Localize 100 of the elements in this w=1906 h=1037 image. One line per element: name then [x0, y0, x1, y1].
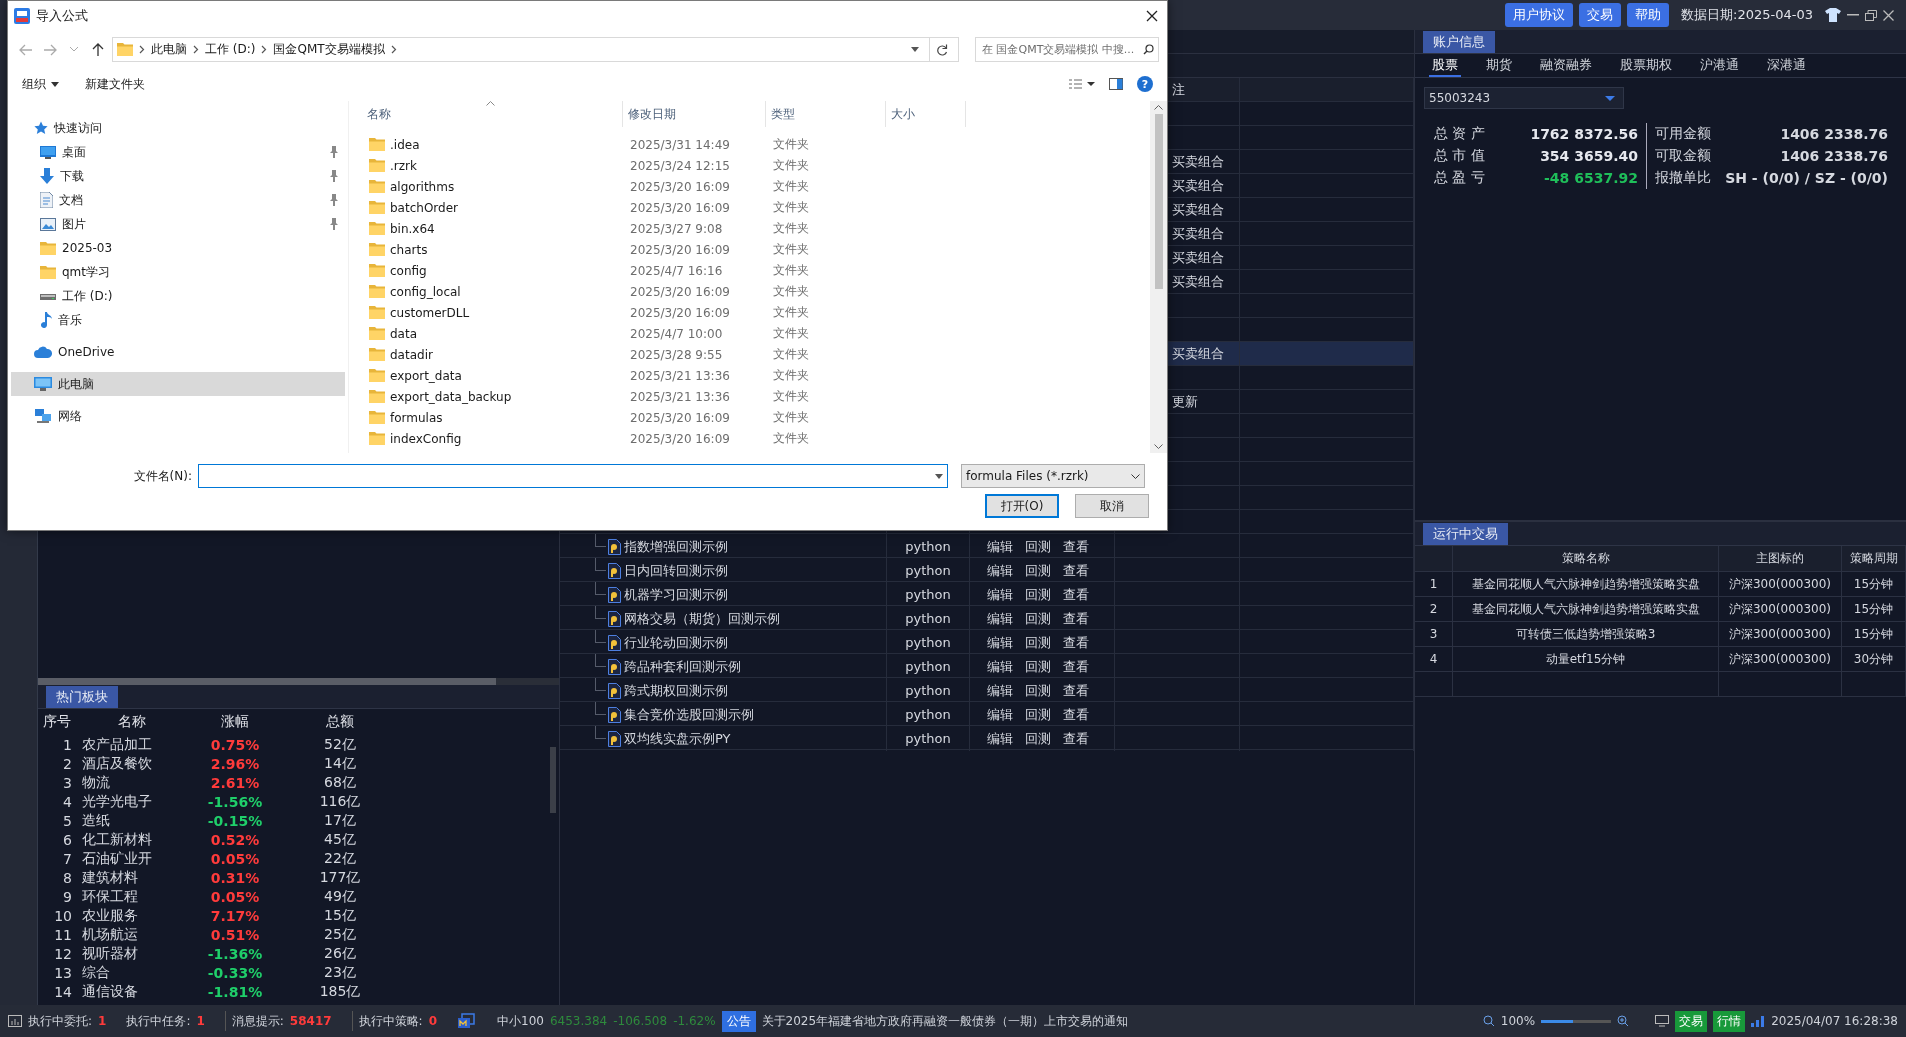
action-link[interactable]: 编辑 — [987, 585, 1013, 604]
window-stack-icon[interactable] — [457, 1013, 475, 1029]
file-name[interactable]: indexConfig — [390, 431, 462, 446]
sector-name[interactable]: 建筑材料 — [76, 868, 188, 887]
status-badge[interactable]: 交易 — [1675, 1010, 1708, 1032]
chart-icon[interactable] — [8, 1015, 22, 1027]
file-name[interactable]: bin.x64 — [390, 221, 435, 236]
table-row[interactable]: 双均线实盘示例PY python 编辑 回测 查看 — [560, 726, 1414, 750]
strategy-name[interactable]: 行业轮动回测示例 — [624, 633, 728, 652]
strategy-name[interactable]: 集合竞价选股回测示例 — [624, 705, 754, 724]
action-link[interactable]: 编辑 — [987, 609, 1013, 628]
nav-item[interactable]: 音乐 — [11, 308, 345, 332]
action-link[interactable]: 回测 — [1025, 585, 1051, 604]
sector-name[interactable]: 农产品加工 — [76, 735, 188, 754]
strategy-name[interactable]: 跨式期权回测示例 — [624, 681, 728, 700]
column-header[interactable]: 类型 — [766, 101, 886, 127]
table-row[interactable]: 跨品种套利回测示例 python 编辑 回测 查看 — [560, 654, 1414, 678]
action-link[interactable]: 查看 — [1063, 705, 1089, 724]
tab[interactable]: 深港通 — [1764, 54, 1809, 77]
action-link[interactable]: 查看 — [1063, 657, 1089, 676]
table-row[interactable]: 行业轮动回测示例 python 编辑 回测 查看 — [560, 630, 1414, 654]
table-row[interactable]: 网格交易（期货）回测示例 python 编辑 回测 查看 — [560, 606, 1414, 630]
file-name[interactable]: algorithms — [390, 179, 455, 194]
view-options-icon[interactable] — [1069, 79, 1095, 89]
nav-item[interactable]: 工作 (D:) — [11, 284, 345, 308]
strategy-name[interactable]: 指数增强回测示例 — [624, 537, 728, 556]
panel-tab[interactable]: 热门板块 — [46, 686, 118, 708]
shirt-icon[interactable] — [1825, 8, 1841, 22]
refresh-icon[interactable] — [936, 43, 948, 56]
action-link[interactable]: 编辑 — [987, 657, 1013, 676]
action-link[interactable]: 回测 — [1025, 537, 1051, 556]
monitor-icon[interactable] — [1655, 1015, 1670, 1027]
tab[interactable]: 期货 — [1483, 54, 1515, 77]
file-name[interactable]: .idea — [390, 137, 420, 152]
new-folder-button[interactable]: 新建文件夹 — [85, 73, 145, 95]
restore-icon[interactable] — [1865, 9, 1877, 21]
file-name[interactable]: charts — [390, 242, 428, 257]
strategy-name[interactable]: 双均线实盘示例PY — [624, 729, 731, 748]
sector-name[interactable]: 视听器材 — [76, 944, 188, 963]
sector-name[interactable]: 机场航运 — [76, 925, 188, 944]
nav-item[interactable]: 2025-03 — [11, 236, 345, 260]
action-link[interactable]: 查看 — [1063, 585, 1089, 604]
action-link[interactable]: 回测 — [1025, 633, 1051, 652]
file-name[interactable]: config — [390, 263, 427, 278]
column-header[interactable]: 名称 — [349, 101, 623, 127]
action-link[interactable]: 回测 — [1025, 657, 1051, 676]
menu-button[interactable]: 帮助 — [1627, 3, 1670, 27]
action-link[interactable]: 回测 — [1025, 681, 1051, 700]
action-link[interactable]: 查看 — [1063, 729, 1089, 748]
nav-item[interactable]: 桌面 — [11, 140, 345, 164]
strategy-name[interactable]: 日内回转回测示例 — [624, 561, 728, 580]
nav-item[interactable]: 网络 — [11, 404, 345, 428]
strategy-name[interactable]: 跨品种套利回测示例 — [624, 657, 741, 676]
file-name[interactable]: formulas — [390, 410, 443, 425]
nav-item[interactable]: qmt学习 — [11, 260, 345, 284]
tab[interactable]: 股票 — [1429, 54, 1461, 77]
action-link[interactable]: 查看 — [1063, 633, 1089, 652]
open-button[interactable]: 打开(O) — [985, 494, 1059, 518]
sector-name[interactable]: 酒店及餐饮 — [76, 754, 188, 773]
nav-item[interactable]: 快速访问 — [11, 116, 345, 140]
file-name[interactable]: datadir — [390, 347, 433, 362]
sector-name[interactable]: 光学光电子 — [76, 792, 188, 811]
action-link[interactable]: 编辑 — [987, 681, 1013, 700]
strategy-name[interactable]: 机器学习回测示例 — [624, 585, 728, 604]
action-link[interactable]: 编辑 — [987, 633, 1013, 652]
action-link[interactable]: 回测 — [1025, 609, 1051, 628]
scrollbar[interactable] — [1150, 101, 1167, 453]
file-type-dropdown[interactable]: formula Files (*.rzrk) — [961, 464, 1145, 488]
menu-button[interactable]: 用户协议 — [1505, 3, 1574, 27]
action-link[interactable]: 编辑 — [987, 537, 1013, 556]
scrollbar-thumb[interactable] — [1154, 114, 1163, 289]
account-dropdown[interactable]: 55003243 — [1424, 87, 1624, 109]
tab[interactable]: 沪港通 — [1697, 54, 1742, 77]
sector-name[interactable]: 通信设备 — [76, 982, 188, 1001]
action-link[interactable]: 编辑 — [987, 705, 1013, 724]
scroll-up-icon[interactable] — [1154, 105, 1163, 110]
sector-name[interactable]: 造纸 — [76, 811, 188, 830]
file-name[interactable]: batchOrder — [390, 200, 458, 215]
zoom-in-icon[interactable] — [1617, 1015, 1630, 1027]
file-name[interactable]: data — [390, 326, 418, 341]
table-row[interactable]: 集合竞价选股回测示例 python 编辑 回测 查看 — [560, 702, 1414, 726]
breadcrumb-item[interactable]: 国金QMT交易端模拟 — [273, 41, 385, 58]
sector-name[interactable]: 物流 — [76, 773, 188, 792]
close-icon[interactable] — [1883, 9, 1894, 21]
sector-name[interactable]: 化工新材料 — [76, 830, 188, 849]
status-badge[interactable]: 行情 — [1713, 1010, 1746, 1032]
tab[interactable]: 融资融券 — [1537, 54, 1595, 77]
file-name[interactable]: export_data_backup — [390, 389, 512, 404]
action-link[interactable]: 编辑 — [987, 561, 1013, 580]
strategy-name[interactable]: 可转债三低趋势增强策略3 — [1515, 625, 1656, 643]
file-name[interactable]: export_data — [390, 368, 462, 383]
column-header[interactable]: 修改日期 — [623, 101, 766, 127]
scroll-down-icon[interactable] — [1154, 444, 1163, 449]
table-row[interactable]: 跨式期权回测示例 python 编辑 回测 查看 — [560, 678, 1414, 702]
action-link[interactable]: 回测 — [1025, 561, 1051, 580]
notice-text[interactable]: 关于2025年福建省地方政府再融资一般债券（一期）上市交易的通知 — [761, 1012, 1129, 1030]
menu-button[interactable]: 交易 — [1579, 3, 1622, 27]
nav-item[interactable]: OneDrive — [11, 340, 345, 364]
breadcrumb-item[interactable]: 工作 (D:) — [205, 41, 256, 58]
panel-tab[interactable]: 运行中交易 — [1423, 523, 1508, 545]
